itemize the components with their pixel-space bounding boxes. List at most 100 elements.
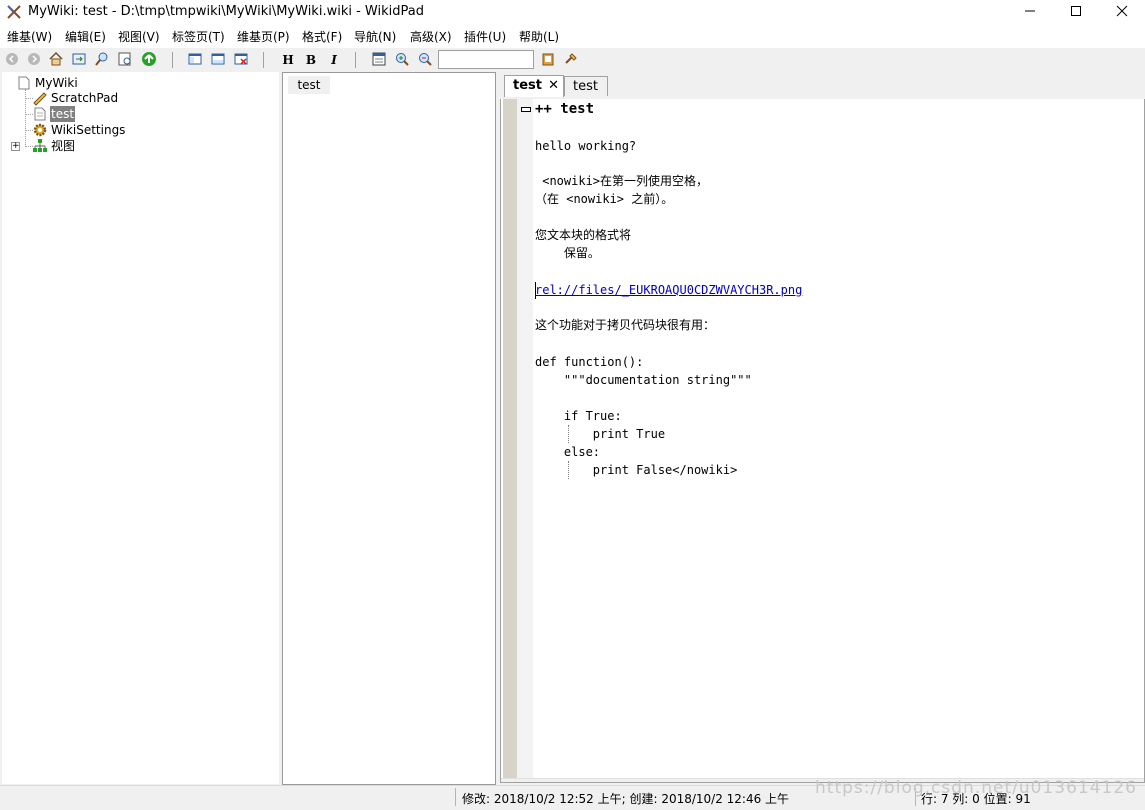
- editor-line: 保留。: [535, 246, 600, 260]
- tree-item-wikisettings[interactable]: WikiSettings: [32, 122, 126, 138]
- menu-wikipage[interactable]: 维基页(P): [237, 28, 290, 45]
- menu-format[interactable]: 格式(F): [302, 28, 342, 45]
- tree-root-mywiki[interactable]: MyWiki: [16, 75, 79, 91]
- fold-margin: [517, 99, 533, 782]
- menu-wiki[interactable]: 维基(W): [7, 28, 52, 45]
- window-icon: [187, 51, 203, 70]
- zoom-out-button[interactable]: [416, 51, 434, 69]
- date-button[interactable]: [370, 51, 388, 69]
- tree-item-views[interactable]: 视图: [32, 138, 76, 154]
- menu-edit[interactable]: 编辑(E): [65, 28, 106, 45]
- tree-label: WikiSettings: [51, 123, 126, 137]
- italic-button[interactable]: I: [325, 51, 343, 69]
- home-icon: [48, 51, 64, 70]
- editor-line: （在 <nowiki> 之前）。: [535, 192, 674, 206]
- minimize-button[interactable]: [1007, 0, 1053, 24]
- home-button[interactable]: [47, 51, 65, 69]
- editor-line: def function():: [535, 355, 644, 369]
- brush-icon: [563, 51, 579, 70]
- toolbar-separator: [355, 52, 356, 68]
- go-up-button[interactable]: [140, 51, 158, 69]
- maximize-button[interactable]: [1053, 0, 1099, 24]
- menu-advanced[interactable]: 高级(X): [410, 28, 452, 45]
- close-icon: [1116, 5, 1128, 20]
- line-margin: [503, 99, 517, 782]
- tab-close-icon[interactable]: ✕: [548, 76, 559, 96]
- menu-tabs[interactable]: 标签页(T): [172, 28, 225, 45]
- tab-label: test: [573, 79, 598, 94]
- editor-line: else:: [535, 445, 601, 459]
- tab-test[interactable]: test: [564, 76, 608, 96]
- toolbar-separator: [263, 52, 264, 68]
- editor-link[interactable]: rel://files/_EUKROAQU0CDZWVAYCH3R.png: [535, 281, 802, 299]
- menu-bar: 维基(W) 编辑(E) 视图(V) 标签页(T) 维基页(P) 格式(F) 导航…: [0, 24, 1145, 49]
- editor-line: ++ test: [535, 101, 595, 117]
- indent-guide: [568, 425, 569, 443]
- indent-guide: [568, 461, 569, 479]
- hierarchy-icon: [32, 138, 48, 154]
- menu-plugins[interactable]: 插件(U): [464, 28, 506, 45]
- editor-line: 您文本块的格式将: [535, 228, 632, 242]
- tree-label: MyWiki: [35, 76, 78, 90]
- view-toggle-button[interactable]: [209, 51, 227, 69]
- find-page-button[interactable]: [116, 51, 134, 69]
- tree-item-scratchpad[interactable]: ScratchPad: [32, 90, 119, 106]
- back-button[interactable]: [3, 51, 21, 69]
- editor-area: test ✕ test ++ test hello working? <nowi…: [500, 72, 1145, 784]
- zoom-in-icon: [394, 51, 410, 70]
- doc-structure-pane: test: [282, 72, 496, 785]
- menu-navigate[interactable]: 导航(N): [354, 28, 396, 45]
- status-modified: 修改: 2018/10/2 12:52 上午; 创建: 2018/10/2 12…: [462, 792, 790, 806]
- search-icon: [94, 51, 110, 70]
- toolbar: H B I: [0, 48, 1145, 72]
- editor-line: print False</nowiki>: [535, 463, 738, 477]
- search-button[interactable]: [93, 51, 111, 69]
- forward-icon: [27, 52, 41, 69]
- wiki-tree-pane: MyWiki ScratchPad test WikiSettings + 视图: [2, 72, 279, 784]
- editor-line: """documentation string""": [535, 373, 752, 387]
- calendar-icon: [371, 51, 387, 70]
- editor-line: 这个功能对于拷贝代码块很有用：: [535, 318, 716, 332]
- zoom-out-icon: [417, 51, 433, 70]
- window-icon: [210, 51, 226, 70]
- fold-toggle-icon[interactable]: [521, 107, 531, 112]
- editor-line: hello working?: [535, 139, 637, 153]
- format-painter-button[interactable]: [562, 51, 580, 69]
- editor-line: <nowiki>在第一列使用空格，: [535, 174, 709, 188]
- page-icon: [16, 75, 32, 91]
- page-search-icon: [117, 51, 133, 70]
- tab-test-active[interactable]: test ✕: [504, 75, 564, 97]
- doc-item-test[interactable]: test: [288, 76, 330, 94]
- text-editor[interactable]: ++ test hello working? <nowiki>在第一列使用空格，…: [500, 99, 1145, 783]
- tab-strip: test ✕ test: [500, 72, 1145, 98]
- search-input[interactable]: [438, 50, 534, 69]
- open-wiki-word-button[interactable]: [70, 51, 88, 69]
- maximize-icon: [1070, 5, 1082, 20]
- up-arrow-icon: [141, 51, 157, 70]
- tab-label: test: [513, 78, 542, 93]
- close-page-button[interactable]: [232, 51, 250, 69]
- editor-line: if True:: [535, 409, 622, 423]
- app-icon: [6, 4, 22, 20]
- back-icon: [5, 52, 19, 69]
- editor-line: print True: [535, 427, 666, 441]
- tree-toggle-button[interactable]: [186, 51, 204, 69]
- title-bar: MyWiki: test - D:\tmp\tmpwiki\MyWiki\MyW…: [0, 0, 1145, 24]
- tree-label: 视图: [51, 139, 76, 153]
- bold-button[interactable]: B: [302, 51, 320, 69]
- tree-item-test[interactable]: test: [32, 106, 76, 122]
- close-button[interactable]: [1099, 0, 1145, 24]
- clipboard-button[interactable]: [539, 51, 557, 69]
- tree-label: test: [50, 106, 76, 122]
- forward-button[interactable]: [25, 51, 43, 69]
- heading-button[interactable]: H: [279, 51, 297, 69]
- menu-view[interactable]: 视图(V): [118, 28, 160, 45]
- zoom-in-button[interactable]: [393, 51, 411, 69]
- toolbar-separator: [172, 52, 173, 68]
- gear-icon: [32, 122, 48, 138]
- clipboard-icon: [540, 51, 556, 70]
- tree-expander[interactable]: +: [11, 142, 20, 151]
- minimize-icon: [1024, 5, 1036, 20]
- menu-help[interactable]: 帮助(L): [519, 28, 559, 45]
- tree-label: ScratchPad: [51, 91, 119, 105]
